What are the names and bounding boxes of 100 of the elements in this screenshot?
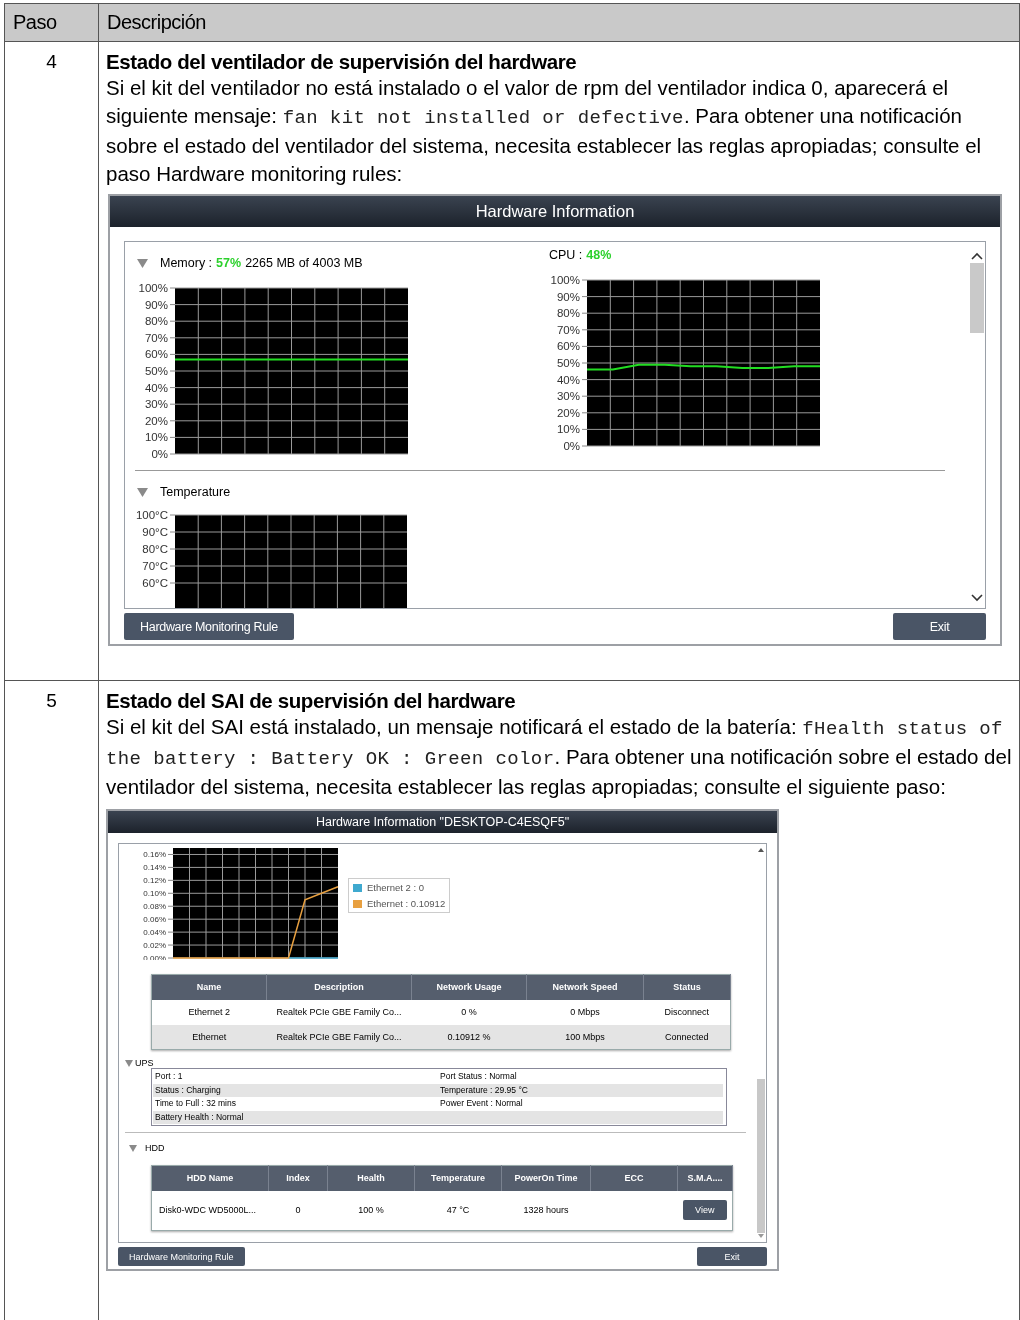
- axis-tick-label: 0.08%: [143, 902, 166, 912]
- column-header: Status: [643, 974, 731, 1000]
- axis-tick-label: 0.02%: [143, 940, 166, 950]
- ups-field: Port : 1: [153, 1070, 438, 1084]
- table-cell: 1328 hours: [501, 1190, 591, 1231]
- column-header: Network Speed: [526, 974, 644, 1000]
- axis-tick-label: 80°C: [142, 543, 168, 555]
- axis-tick-label: 30%: [144, 398, 168, 411]
- column-header: Health: [327, 1165, 415, 1191]
- ups-field: Power Event : Normal: [438, 1097, 723, 1111]
- scrollbar-thumb[interactable]: [757, 1079, 765, 1233]
- axis-tick-label: 0.04%: [143, 927, 166, 937]
- window-button[interactable]: Exit: [697, 1247, 767, 1266]
- axis-tick-label: 40%: [556, 373, 580, 386]
- scroll-up-icon[interactable]: [757, 847, 765, 853]
- axis-tick-label: 10%: [144, 431, 168, 444]
- axis-tick-label: 100°C: [135, 509, 168, 521]
- window-button[interactable]: Hardware Monitoring Rule: [124, 613, 294, 640]
- ups-field: Temperature : 29.95 °C: [438, 1083, 723, 1097]
- window-button[interactable]: Hardware Monitoring Rule: [118, 1247, 245, 1266]
- window-title: Hardware Information: [110, 196, 1000, 227]
- table-cell: Ethernet: [151, 1024, 267, 1050]
- table-cell: Disk0-WDC WD5000L...: [151, 1190, 269, 1231]
- axis-tick-label: 60%: [144, 348, 168, 361]
- axis-tick-label: 0.14%: [143, 863, 166, 873]
- legend-swatch: [353, 883, 362, 892]
- column-header: PowerOn Time: [501, 1165, 591, 1191]
- table-cell: 0: [268, 1190, 328, 1231]
- table-cell: 0 %: [411, 999, 527, 1025]
- hdd-label: HDD: [145, 1143, 165, 1153]
- axis-tick-label: 10%: [556, 423, 580, 436]
- axis-tick-label: 90°C: [142, 526, 168, 538]
- cpu-label: CPU :: [549, 248, 583, 262]
- step-title: Estado del ventilador de supervisión del hardware: [106, 50, 578, 74]
- axis-tick-label: 0.12%: [143, 876, 166, 886]
- memory-detail: 2265 MB of 4003 MB: [245, 256, 363, 270]
- table-cell: Connected: [643, 1024, 731, 1050]
- step-description: Si el kit del ventilador no está instalado o el valor de rpm del ventilador indica 0, aparecerá el siguiente mensaje: fan kit not installed or defective. Para obtener una notificación sobre el estado del ventilador del sistema, necesita establecer las reglas apropiadas; consulte el paso Hardware monitoring rules:: [106, 75, 983, 187]
- axis-tick-label: 0.00%: [143, 953, 166, 960]
- axis-tick-label: 0%: [151, 448, 168, 460]
- column-header: Index: [268, 1165, 328, 1191]
- axis-tick-label: 20%: [556, 406, 580, 419]
- axis-tick-label: 70%: [144, 331, 168, 344]
- axis-tick-label: 0.10%: [143, 889, 166, 899]
- column-header: HDD Name: [151, 1165, 269, 1191]
- axis-tick-label: 50%: [144, 365, 168, 377]
- ups-field: Time to Full : 32 mins: [153, 1097, 438, 1111]
- table-cell: 0.10912 %: [411, 1024, 527, 1050]
- scroll-up-icon[interactable]: [971, 252, 983, 260]
- step-number: 4: [45, 50, 58, 73]
- axis-tick-label: 80%: [556, 307, 580, 320]
- axis-tick-label: 70%: [556, 323, 580, 336]
- memory-percent: 57%: [216, 256, 242, 270]
- expand-triangle-icon[interactable]: [137, 258, 148, 268]
- table-cell: Realtek PCIe GBE Family Co...: [266, 999, 412, 1025]
- ups-label: UPS: [135, 1058, 154, 1068]
- step-number: 5: [45, 689, 58, 712]
- axis-tick-label: 0.16%: [143, 850, 166, 860]
- table-cell: Realtek PCIe GBE Family Co...: [266, 1024, 412, 1050]
- axis-tick-label: 90%: [144, 298, 168, 311]
- column-header: Network Usage: [411, 974, 527, 1000]
- table-cell: 0 Mbps: [526, 999, 644, 1025]
- table-cell: Disconnect: [643, 999, 731, 1025]
- table-cell: 100 %: [327, 1190, 415, 1231]
- column-header: Descripción: [98, 3, 1020, 42]
- step-title: Estado del SAI de supervisión del hardware: [106, 689, 517, 713]
- column-header: Temperature: [414, 1165, 502, 1191]
- axis-tick-label: 90%: [556, 290, 580, 303]
- expand-triangle-icon[interactable]: [129, 1144, 137, 1152]
- ups-field: Port Status : Normal: [438, 1070, 723, 1084]
- axis-tick-label: 40%: [144, 381, 168, 394]
- step-description: Si el kit del SAI está instalado, un mensaje notificará el estado de la batería: fHealth status of the battery : Battery OK : Green color. Para obtener una notificación sobre el estado del ventilador del sistema, necesita establecer las reglas apropiadas; consulte el siguiente paso:: [106, 714, 1013, 800]
- expand-triangle-icon[interactable]: [125, 1059, 133, 1067]
- window-title: Hardware Information "DESKTOP-C4ESQF5": [108, 811, 777, 833]
- ups-field: Status : Charging: [153, 1083, 438, 1097]
- ups-field: Battery Health : Normal: [153, 1110, 438, 1124]
- axis-tick-label: 60%: [556, 340, 580, 353]
- table-cell: Ethernet 2: [151, 999, 267, 1025]
- legend-label: Ethernet 2 : 0: [367, 882, 425, 893]
- axis-tick-label: 50%: [556, 357, 580, 369]
- axis-tick-label: 100%: [550, 274, 580, 286]
- legend-swatch: [353, 899, 362, 908]
- legend-label: Ethernet : 0.10912: [367, 898, 446, 909]
- cpu-percent: 48%: [586, 248, 612, 262]
- view-button[interactable]: View: [682, 1200, 727, 1221]
- scroll-down-icon[interactable]: [971, 594, 983, 602]
- axis-tick-label: 60°C: [142, 577, 168, 589]
- expand-triangle-icon[interactable]: [137, 487, 148, 497]
- column-header: ECC: [590, 1165, 678, 1191]
- memory-label: Memory :: [160, 256, 213, 270]
- axis-tick-label: 0.06%: [143, 915, 166, 924]
- column-header: Paso: [4, 3, 99, 42]
- axis-tick-label: 80%: [144, 315, 168, 328]
- table-cell: 47 °C: [414, 1190, 502, 1231]
- axis-tick-label: 20%: [144, 414, 168, 427]
- axis-tick-label: 0%: [563, 440, 580, 452]
- temperature-label: Temperature: [160, 485, 231, 499]
- axis-tick-label: 70°C: [142, 560, 168, 572]
- window-button[interactable]: Exit: [893, 613, 986, 640]
- scrollbar-thumb[interactable]: [970, 263, 984, 333]
